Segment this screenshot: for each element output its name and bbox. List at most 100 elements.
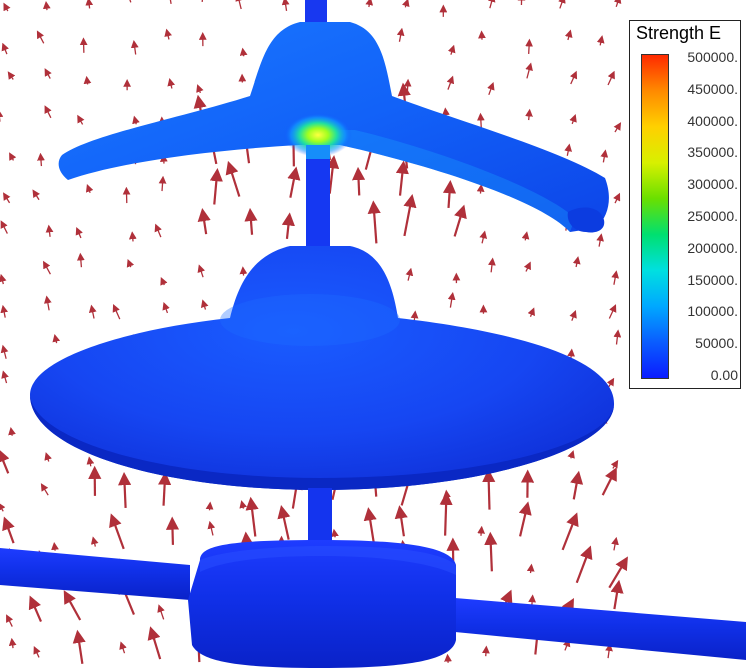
field-arrow — [85, 0, 94, 9]
field-arrow — [147, 626, 162, 660]
field-arrow — [72, 629, 86, 664]
legend-tick-label: 450000. — [687, 80, 738, 97]
field-arrow — [75, 226, 83, 239]
field-arrow — [6, 614, 14, 627]
field-arrow — [36, 30, 45, 44]
field-arrow — [158, 175, 167, 192]
field-arrow — [0, 304, 9, 318]
field-arrow — [575, 545, 593, 584]
field-arrow — [610, 459, 619, 469]
field-arrow — [205, 501, 214, 511]
middle-rod — [306, 145, 330, 250]
field-arrow — [610, 579, 624, 610]
field-arrow — [130, 40, 139, 55]
field-arrow — [608, 556, 628, 589]
field-arrow — [201, 0, 204, 2]
field-arrow — [479, 230, 488, 244]
field-arrow — [129, 0, 132, 3]
field-arrow — [608, 304, 617, 319]
field-arrow — [569, 70, 578, 85]
field-arrow — [611, 270, 619, 285]
field-arrow — [394, 505, 408, 537]
field-arrow — [601, 467, 617, 496]
field-arrow — [600, 149, 609, 163]
field-arrow — [596, 35, 605, 46]
field-arrow — [569, 309, 577, 321]
field-arrow — [28, 595, 42, 622]
field-arrow — [395, 160, 409, 196]
field-arrow — [567, 450, 575, 459]
field-arrow — [128, 231, 137, 242]
field-arrow — [570, 470, 584, 500]
field-arrow — [476, 112, 485, 129]
field-arrow — [162, 301, 170, 314]
field-arrow — [126, 258, 135, 268]
field-arrow — [613, 329, 622, 345]
field-arrow — [42, 0, 51, 11]
field-arrow — [45, 224, 54, 237]
field-arrow — [402, 0, 410, 8]
field-arrow — [363, 507, 377, 544]
field-arrow — [44, 68, 52, 79]
field-arrow — [44, 105, 52, 119]
field-arrow — [447, 44, 456, 55]
field-arrow — [51, 541, 59, 551]
legend-tick-label: 300000. — [687, 176, 738, 193]
field-arrow — [482, 468, 496, 510]
field-arrow — [235, 0, 243, 10]
legend-tick-label: 500000. — [687, 49, 738, 65]
field-arrow — [613, 122, 622, 133]
field-arrow — [488, 257, 496, 273]
field-arrow — [0, 220, 8, 234]
field-arrow — [239, 47, 248, 57]
field-arrow — [281, 212, 295, 240]
field-arrow — [33, 646, 41, 658]
field-arrow — [83, 75, 92, 85]
field-arrow — [527, 307, 535, 318]
field-arrow — [396, 27, 405, 42]
field-arrow — [8, 427, 16, 436]
field-arrow — [444, 653, 452, 663]
field-arrow — [239, 500, 247, 509]
field-arrow — [3, 192, 11, 204]
field-arrow — [439, 491, 453, 536]
field-arrow — [2, 516, 15, 544]
legend-tick-label: 200000. — [687, 239, 738, 256]
field-arrow — [526, 563, 535, 574]
field-arrow — [37, 152, 45, 167]
field-arrow — [326, 155, 340, 194]
legend-tick-label: 100000. — [687, 303, 738, 320]
legend-tick-label: 150000. — [687, 271, 738, 288]
field-arrow — [86, 456, 95, 467]
field-arrow — [476, 183, 485, 194]
legend-tick-label: 350000. — [687, 144, 738, 161]
legend-tick-label: 250000. — [687, 208, 738, 224]
field-arrow — [118, 471, 132, 509]
field-arrow — [196, 84, 204, 94]
field-arrow — [225, 160, 241, 197]
field-arrow — [244, 207, 258, 235]
field-arrow — [596, 233, 604, 247]
field-arrow — [558, 0, 566, 9]
field-arrow — [611, 536, 619, 551]
legend-tick-label: 50000. — [695, 335, 738, 352]
field-arrow — [607, 70, 615, 86]
field-arrow — [157, 604, 165, 620]
field-arrow — [132, 115, 140, 125]
field-arrow — [76, 252, 85, 268]
field-arrow — [43, 260, 51, 275]
legend-colorbar — [641, 54, 669, 379]
field-arrow — [169, 0, 172, 4]
field-arrow — [77, 114, 85, 125]
field-arrow — [523, 261, 531, 272]
field-arrow — [200, 299, 209, 310]
field-arrow — [88, 304, 97, 319]
field-arrow — [197, 208, 211, 235]
field-arrow — [572, 256, 581, 268]
field-arrow — [453, 204, 467, 237]
field-arrow — [446, 75, 455, 90]
field-arrow — [487, 0, 496, 9]
field-arrow — [367, 200, 381, 244]
field-arrow — [1, 370, 9, 384]
field-arrow — [1, 42, 9, 55]
